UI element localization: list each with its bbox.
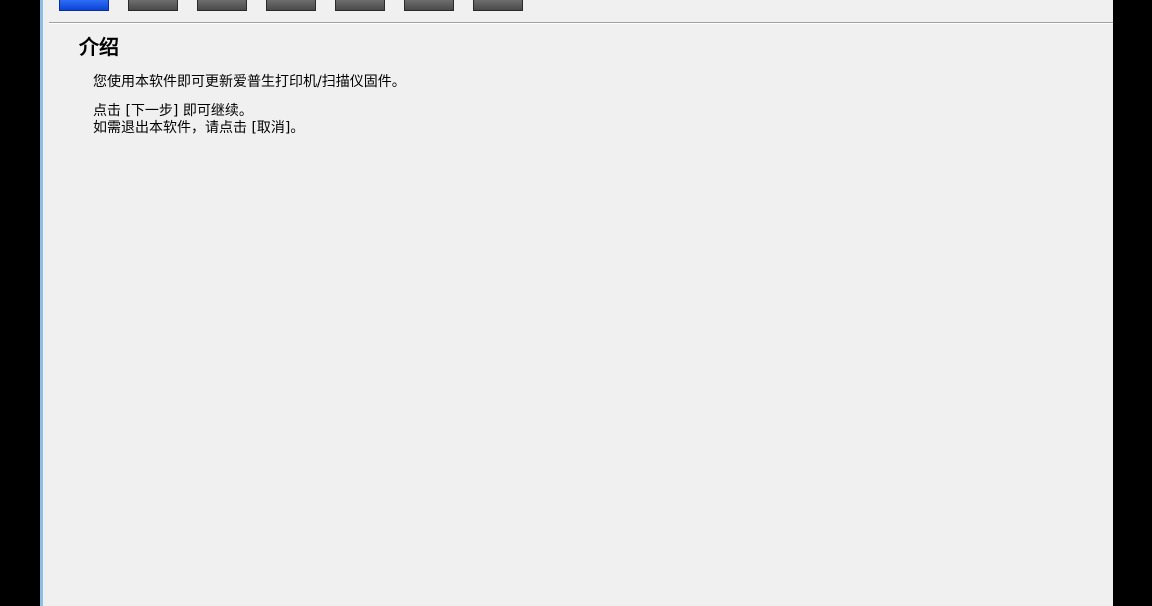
description-text: 您使用本软件即可更新爱普生打印机/扫描仪固件。 <box>93 74 406 90</box>
next-instruction-text: 点击 [下一步] 即可继续。 <box>93 103 253 119</box>
updater-window: 介绍 您使用本软件即可更新爱普生打印机/扫描仪固件。 点击 [下一步] 即可继续… <box>40 0 1113 606</box>
step-4-indicator <box>266 0 316 11</box>
cancel-instruction-text: 如需退出本软件，请点击 [取消]。 <box>93 120 305 136</box>
step-2-indicator <box>128 0 178 11</box>
step-1-indicator <box>59 0 109 11</box>
page-title: 介绍 <box>79 35 119 59</box>
step-6-indicator <box>404 0 454 11</box>
step-5-indicator <box>335 0 385 11</box>
step-7-indicator <box>473 0 523 11</box>
screen: 介绍 您使用本软件即可更新爱普生打印机/扫描仪固件。 点击 [下一步] 即可继续… <box>0 0 1152 606</box>
header-divider <box>49 22 1113 24</box>
wizard-step-indicator <box>59 0 542 12</box>
step-3-indicator <box>197 0 247 11</box>
page-content: 介绍 您使用本软件即可更新爱普生打印机/扫描仪固件。 点击 [下一步] 即可继续… <box>79 34 1093 137</box>
